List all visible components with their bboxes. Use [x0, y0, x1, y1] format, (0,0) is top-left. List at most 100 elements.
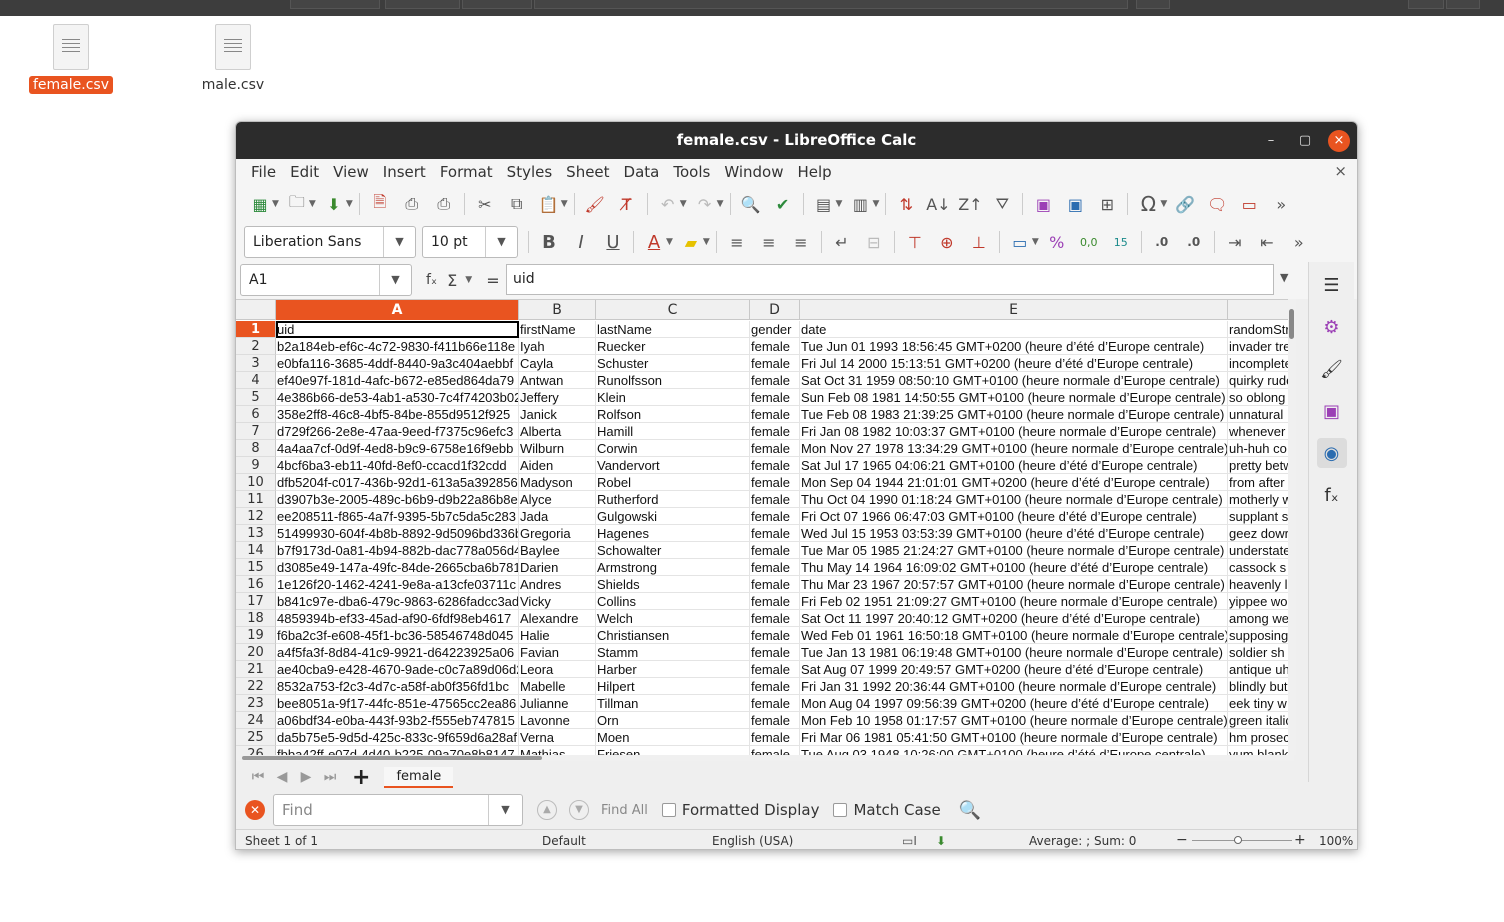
cell[interactable]: Vicky — [519, 593, 596, 610]
comment-icon[interactable]: 🗨 — [1202, 190, 1232, 218]
underline-icon[interactable]: U — [598, 228, 628, 256]
cell[interactable]: Orn — [596, 712, 750, 729]
cell[interactable]: ee208511-f865-4a7f-9395-5b7c5da5c283 — [276, 508, 519, 525]
cell[interactable]: Mon Nov 27 1978 13:34:29 GMT+0100 (heure… — [800, 440, 1228, 457]
align-bottom-icon[interactable]: ⊥ — [964, 228, 994, 256]
cell[interactable]: so oblong — [1228, 389, 1294, 406]
function-wizard-icon[interactable]: fₓ — [426, 272, 437, 288]
cell[interactable]: 4bcf6ba3-eb11-40fd-8ef0-ccacd1f32cdd — [276, 457, 519, 474]
cell[interactable]: Alyce — [519, 491, 596, 508]
cell[interactable]: female — [750, 457, 800, 474]
find-input[interactable]: Find ▼ — [273, 794, 523, 826]
menu-tools[interactable]: Tools — [666, 163, 717, 181]
cell[interactable]: female — [750, 508, 800, 525]
cell[interactable]: e0bfa116-3685-4ddf-8440-9a3c404aebbf — [276, 355, 519, 372]
menu-edit[interactable]: Edit — [283, 163, 326, 181]
cell[interactable]: Shields — [596, 576, 750, 593]
column-header-f[interactable] — [1228, 300, 1294, 320]
cell[interactable]: Mon Feb 10 1958 01:17:57 GMT+0100 (heure… — [800, 712, 1228, 729]
pivot-table-icon[interactable]: ⊞ — [1092, 190, 1122, 218]
cell[interactable]: female — [750, 389, 800, 406]
cell[interactable]: Thu Oct 04 1990 01:18:24 GMT+0100 (heure… — [800, 491, 1228, 508]
cell[interactable]: lastName — [596, 321, 750, 338]
select-all-corner[interactable] — [236, 300, 276, 320]
row-header[interactable]: 5 — [236, 389, 276, 406]
cell[interactable]: ef40e97f-181d-4afc-b672-e85ed864da79 — [276, 372, 519, 389]
cell[interactable]: Fri Jul 14 2000 15:13:51 GMT+0200 (heure… — [800, 355, 1228, 372]
cell[interactable]: Harber — [596, 661, 750, 678]
cell[interactable]: from after — [1228, 474, 1294, 491]
spreadsheet-grid[interactable]: A B C D E 1 uid firstName lastName gender dat… — [236, 299, 1294, 755]
chevron-down-icon[interactable]: ▼ — [379, 265, 411, 295]
align-right-icon[interactable]: ≡ — [786, 228, 816, 256]
cell[interactable]: ae40cba9-e428-4670-9ade-c0c7a89d06d2 — [276, 661, 519, 678]
cell[interactable]: Jeffery — [519, 389, 596, 406]
menu-styles[interactable]: Styles — [500, 163, 560, 181]
row-header[interactable]: 15 — [236, 559, 276, 576]
cell[interactable]: female — [750, 695, 800, 712]
row-header[interactable]: 22 — [236, 678, 276, 695]
column-header-c[interactable]: C — [596, 300, 750, 320]
expand-formula-icon[interactable]: ▼ — [1280, 271, 1288, 284]
cell[interactable]: Sat Aug 07 1999 20:49:57 GMT+0200 (heure… — [800, 661, 1228, 678]
wrap-text-icon[interactable]: ↵ — [827, 228, 857, 256]
cell[interactable]: b841c97e-dba6-479c-9863-6286fadcc3ad — [276, 593, 519, 610]
cell[interactable]: Armstrong — [596, 559, 750, 576]
cell[interactable]: 8532a753-f2c3-4d7c-a58f-ab0f356fd1bc — [276, 678, 519, 695]
cell[interactable]: Welch — [596, 610, 750, 627]
selection-mode-icon[interactable]: ▭I — [902, 834, 917, 848]
row-header[interactable]: 25 — [236, 729, 276, 746]
cell[interactable]: female — [750, 627, 800, 644]
copy-icon[interactable]: ⧉ — [502, 190, 532, 218]
zoom-slider[interactable] — [1192, 840, 1292, 841]
desktop-file-female[interactable]: female.csv — [16, 24, 126, 94]
font-name-combo[interactable]: Liberation Sans ▼ — [244, 226, 416, 258]
cell[interactable]: eek tiny w — [1228, 695, 1294, 712]
new-spreadsheet-icon[interactable]: ▦ — [245, 190, 275, 218]
cell[interactable]: female — [750, 542, 800, 559]
close-document-icon[interactable]: × — [1334, 162, 1347, 180]
open-folder-icon[interactable]: 🗀 — [282, 190, 312, 218]
row-header[interactable]: 9 — [236, 457, 276, 474]
cell[interactable]: among we — [1228, 610, 1294, 627]
find-previous-icon[interactable]: ▲ — [537, 800, 557, 820]
print-preview-icon[interactable]: ⎙ — [429, 190, 459, 218]
cell[interactable]: Gregoria — [519, 525, 596, 542]
highlight-color-icon[interactable]: ▰ — [676, 228, 706, 256]
cell[interactable]: supplant s — [1228, 508, 1294, 525]
cell[interactable]: Rolfson — [596, 406, 750, 423]
italic-icon[interactable]: I — [566, 228, 596, 256]
cell[interactable]: 1e126f20-1462-4241-9e8a-a13cfe03711c — [276, 576, 519, 593]
cell[interactable]: Schuster — [596, 355, 750, 372]
desktop-file-male[interactable]: male.csv — [178, 24, 288, 94]
chevron-down-icon[interactable]: ▼ — [488, 795, 522, 825]
functions-icon[interactable]: fₓ — [1317, 480, 1347, 510]
cell[interactable]: Halie — [519, 627, 596, 644]
cell[interactable]: blindly but — [1228, 678, 1294, 695]
cell[interactable]: geez dowr — [1228, 525, 1294, 542]
row-header[interactable]: 21 — [236, 661, 276, 678]
column-header-a[interactable]: A — [276, 300, 519, 320]
cell[interactable]: f6ba2c3f-e608-45f1-bc36-58546748d045 — [276, 627, 519, 644]
formula-icon[interactable]: = — [486, 271, 499, 290]
save-icon[interactable]: ⬇ — [319, 190, 349, 218]
cell[interactable]: supposing — [1228, 627, 1294, 644]
cell[interactable]: Fri Mar 06 1981 05:41:50 GMT+0100 (heure… — [800, 729, 1228, 746]
cell[interactable]: gender — [750, 321, 800, 338]
special-character-icon[interactable]: Ω — [1133, 190, 1163, 218]
merge-cells-icon[interactable]: ⊟ — [859, 228, 889, 256]
cell[interactable]: Vandervort — [596, 457, 750, 474]
sum-icon[interactable]: Σ — [447, 271, 457, 290]
sheet-tab-female[interactable]: female — [384, 766, 454, 788]
more-format-icon[interactable]: » — [1284, 228, 1314, 256]
row-header[interactable]: 1 — [236, 321, 276, 338]
row-header[interactable]: 18 — [236, 610, 276, 627]
chevron-down-icon[interactable]: ▼ — [485, 227, 517, 257]
cell[interactable]: Stamm — [596, 644, 750, 661]
vertical-scroll-thumb[interactable] — [1289, 309, 1294, 339]
cell[interactable]: Tue Aug 03 1948 10:26:00 GMT+0100 (heure… — [800, 746, 1228, 755]
cell[interactable]: fbba42ff-e07d-4d40-b225-09a70e8b8147 — [276, 746, 519, 755]
cell[interactable]: a4f5fa3f-8d84-41c9-9921-d64223925a06 — [276, 644, 519, 661]
cell[interactable]: randomStr — [1228, 321, 1294, 338]
zoom-slider-thumb[interactable] — [1234, 836, 1242, 844]
